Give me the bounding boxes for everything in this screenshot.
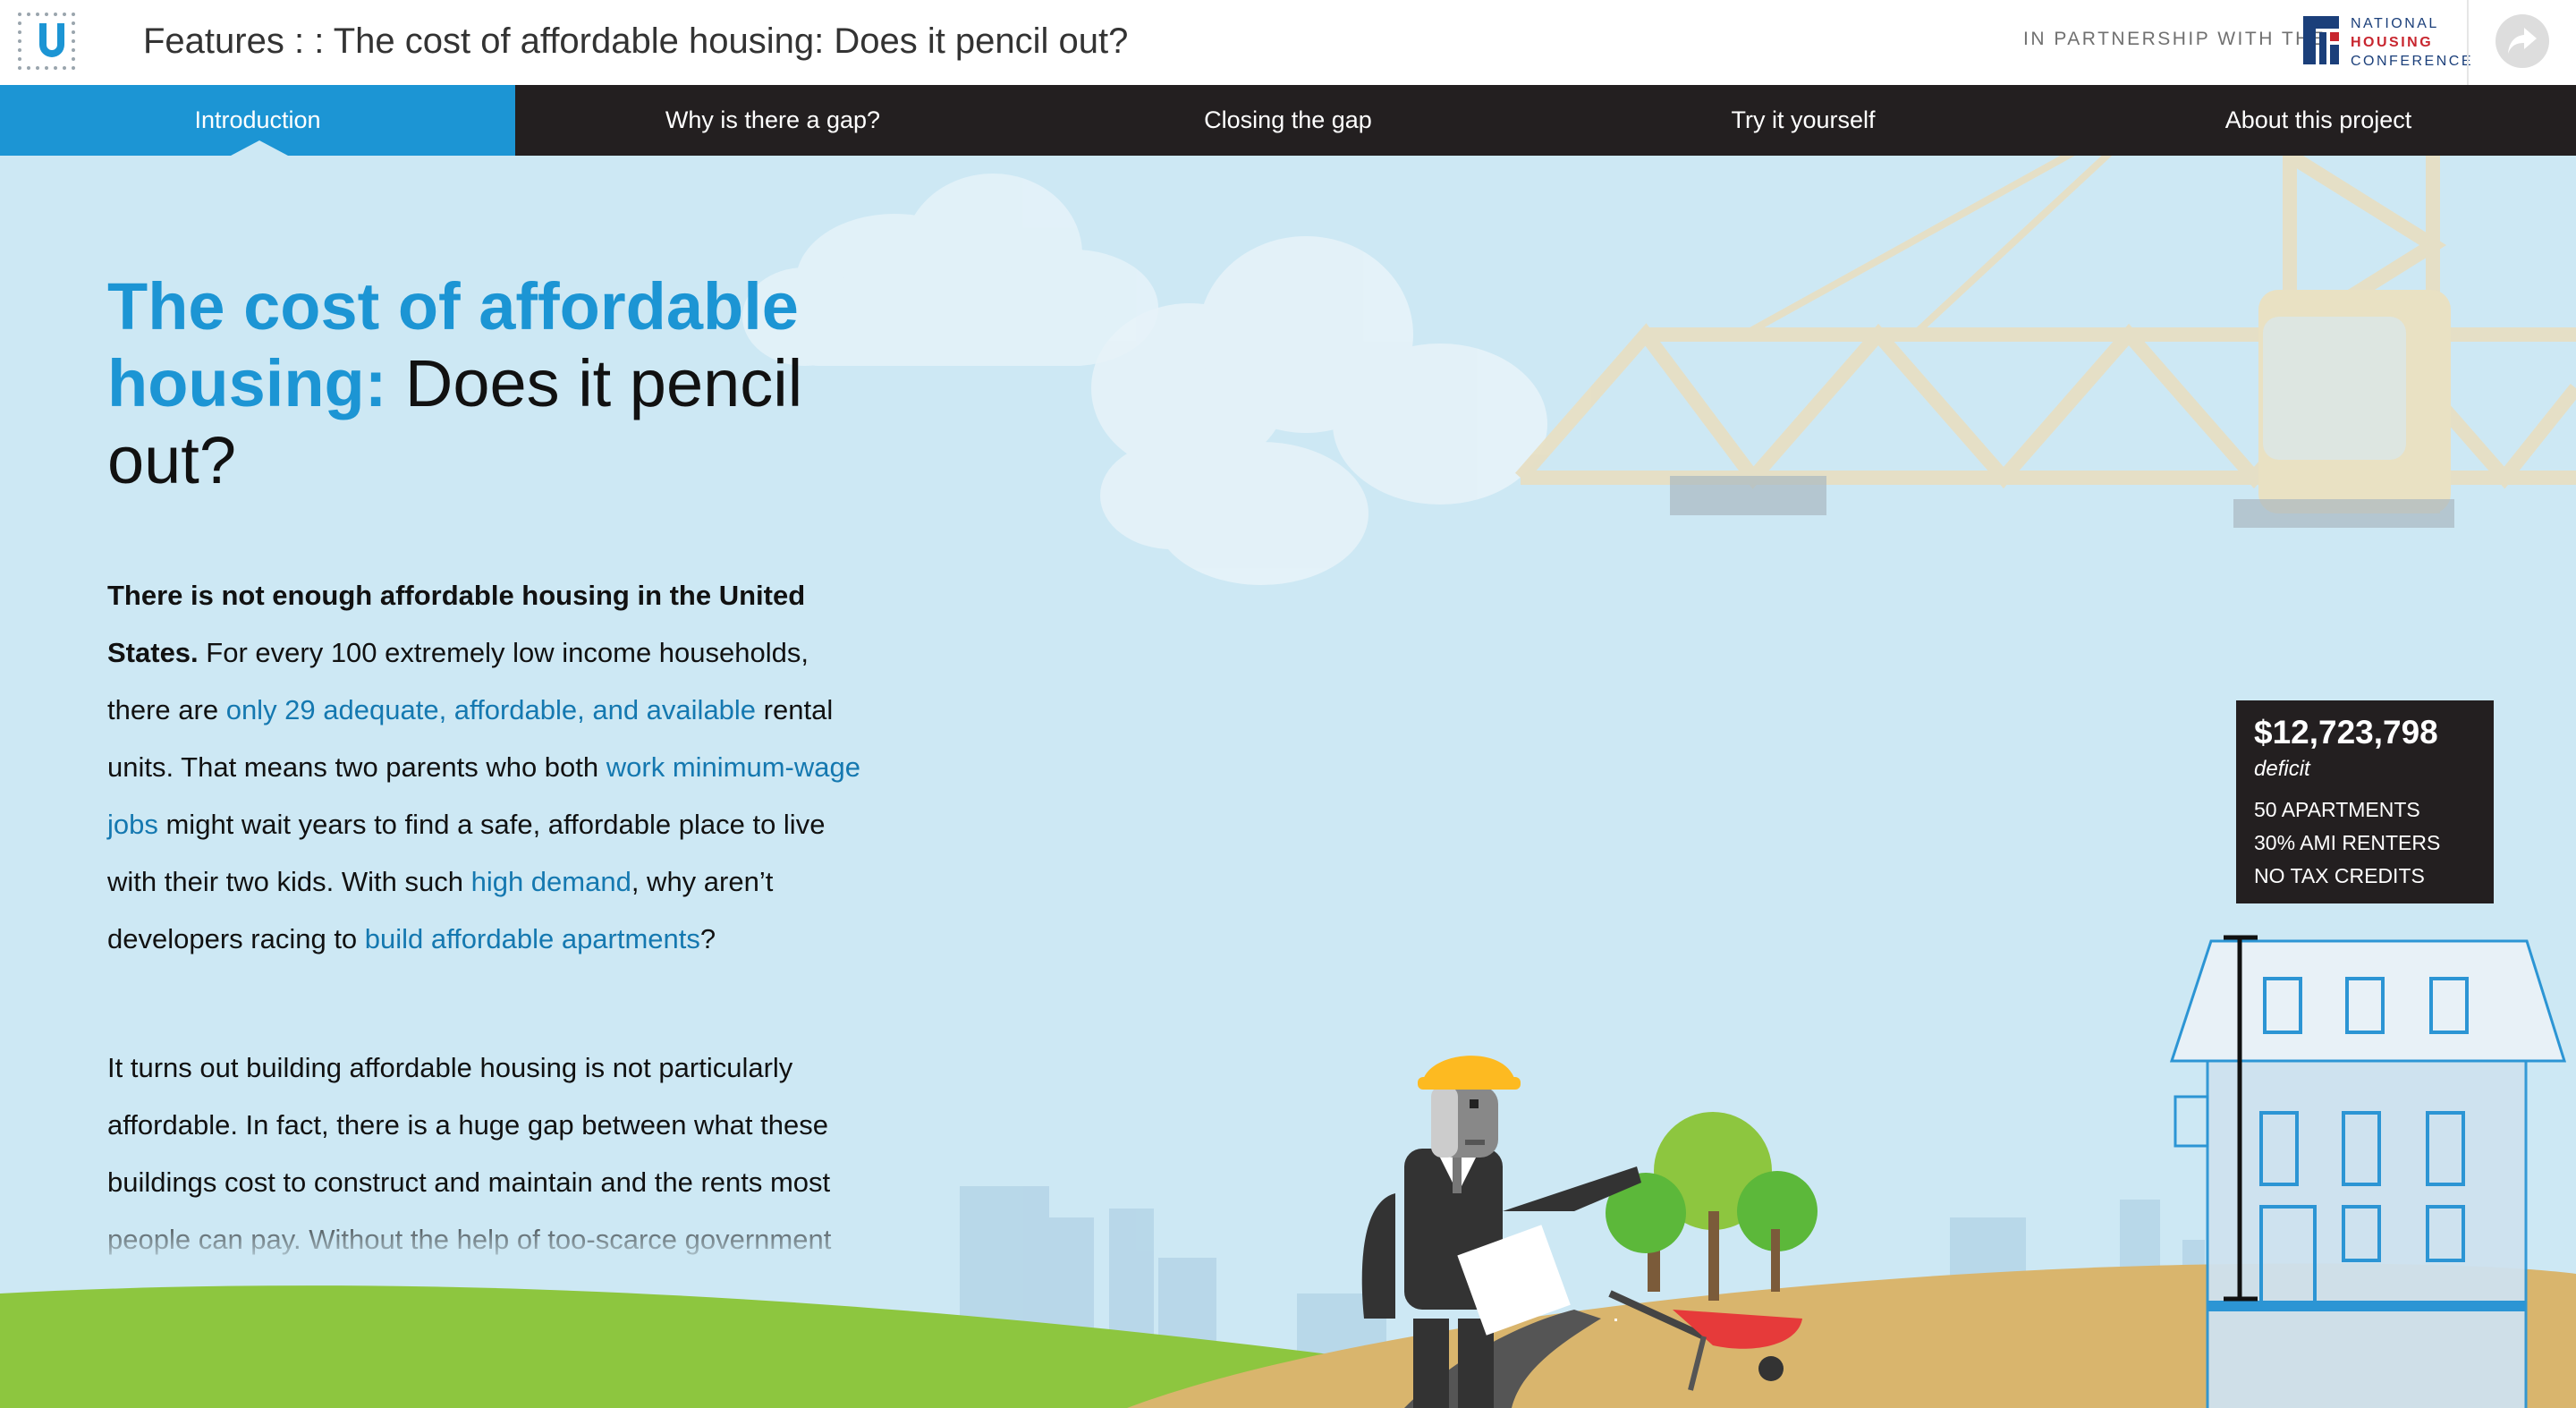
nhc-logo-line-2: HOUSING	[2351, 35, 2434, 50]
share-arrow-icon	[2508, 28, 2537, 54]
header-divider	[2467, 0, 2469, 85]
article-title: The cost of affordable housing: Does it …	[107, 268, 823, 499]
page-title: Features : : The cost of affordable hous…	[143, 21, 1129, 61]
apartment-building-icon	[2169, 939, 2567, 1408]
active-tab-indicator	[231, 140, 288, 156]
intro-text-5: ?	[699, 923, 716, 954]
nhc-logo-text: NATIONAL HOUSING CONFERENCE	[2351, 14, 2474, 71]
nhc-logo-line-1: NATIONAL	[2351, 16, 2439, 31]
link-29-units[interactable]: only 29 adequate, affordable, and availa…	[226, 694, 756, 725]
tab-try-it-yourself[interactable]: Try it yourself	[1546, 85, 2061, 156]
link-high-demand[interactable]: high demand	[471, 866, 631, 897]
share-button[interactable]	[2496, 14, 2549, 68]
partner-label: IN PARTNERSHIP WITH THE	[2023, 29, 2326, 49]
site-header: Features : : The cost of affordable hous…	[0, 0, 2576, 86]
deficit-amount: $12,723,798	[2254, 714, 2438, 751]
tree-icon	[1606, 1112, 1818, 1301]
deficit-tooltip: $12,723,798 deficit 50 APARTMENTS 30% AM…	[2236, 700, 2494, 903]
tab-about-project[interactable]: About this project	[2061, 85, 2576, 156]
intro-paragraph: There is not enough affordable housing i…	[107, 567, 877, 968]
nhc-logo-line-3: CONFERENCE	[2351, 54, 2474, 69]
text-fade-overlay	[89, 1208, 894, 1270]
cloud-icon	[1091, 236, 1547, 585]
nhc-logo-icon[interactable]	[2303, 16, 2344, 66]
deficit-apartments: 50 APARTMENTS	[2254, 798, 2420, 821]
section-nav: Introduction Why is there a gap? Closing…	[0, 85, 2576, 156]
deficit-renters: 30% AMI RENTERS	[2254, 831, 2441, 854]
urban-institute-logo[interactable]	[16, 11, 80, 73]
deficit-tax-credits: NO TAX CREDITS	[2254, 864, 2425, 887]
tab-closing-gap[interactable]: Closing the gap	[1030, 85, 1546, 156]
tab-why-gap[interactable]: Why is there a gap?	[515, 85, 1030, 156]
deficit-label: deficit	[2254, 757, 2310, 781]
link-build-affordable[interactable]: build affordable apartments	[365, 923, 700, 954]
